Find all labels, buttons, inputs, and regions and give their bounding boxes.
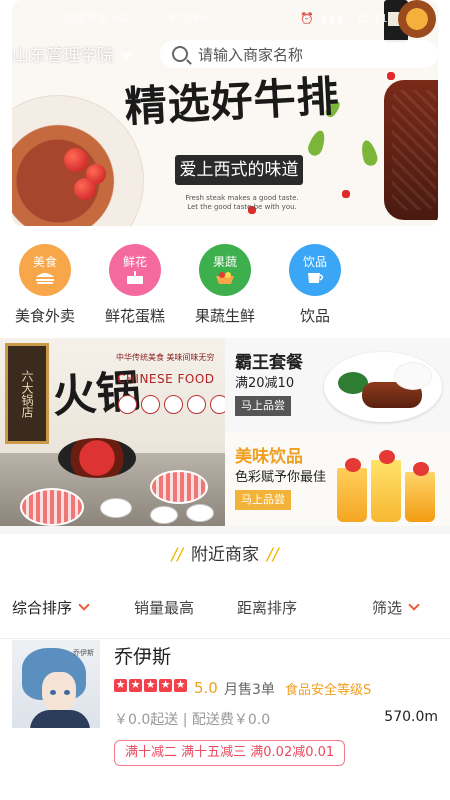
nearby-merchants-header: // 附近商家 // bbox=[0, 540, 450, 570]
location-selector[interactable]: 山东管理学院 bbox=[12, 44, 132, 68]
section-divider bbox=[0, 526, 450, 534]
burger-glyph bbox=[36, 273, 54, 284]
meat-plate-image bbox=[150, 470, 208, 504]
cake-glyph bbox=[127, 271, 143, 284]
chili-decoration bbox=[342, 190, 350, 198]
star-icon bbox=[174, 677, 187, 693]
hotpot-english-title: CHINESE FOOD bbox=[117, 372, 215, 386]
tomato-image bbox=[64, 148, 88, 172]
sort-label: 距离排序 bbox=[237, 599, 298, 617]
search-icon bbox=[172, 46, 188, 62]
sort-bar-divider bbox=[0, 638, 450, 639]
monthly-sales: 月售3单 bbox=[224, 682, 275, 698]
sort-label: 销量最高 bbox=[134, 599, 195, 617]
meat-plate-image bbox=[20, 488, 84, 526]
category-drinks[interactable]: 饮品 饮品 bbox=[270, 240, 360, 326]
merchant-distance: 570.0m bbox=[384, 709, 438, 725]
status-icons: ⏰ ▮▮▮ bbox=[300, 12, 346, 25]
hero-banner[interactable]: 精选好牛排 爱上西式的味道 Fresh steak makes a good t… bbox=[12, 0, 438, 226]
category-icon-text: 饮品 bbox=[302, 255, 327, 269]
cup-glyph bbox=[308, 273, 324, 283]
category-icon-text: 果蔬 bbox=[212, 255, 237, 269]
steak-image bbox=[384, 80, 438, 220]
category-fruit-veg[interactable]: 果蔬 果蔬生鲜 bbox=[180, 240, 270, 326]
clock: 15:11 bbox=[356, 12, 388, 25]
promo-description: 满20减10 bbox=[235, 376, 295, 391]
merchant-name[interactable]: 乔伊斯 bbox=[114, 642, 171, 669]
sauce-dish-image bbox=[100, 498, 132, 518]
category-label: 饮品 bbox=[299, 307, 330, 325]
cake-icon: 鲜花 bbox=[109, 244, 161, 296]
hotpot-title: 火锅 bbox=[50, 365, 142, 423]
category-flowers-cake[interactable]: 鲜花 鲜花蛋糕 bbox=[90, 240, 180, 326]
header-decoration: // bbox=[171, 545, 183, 565]
combo-meal-image bbox=[324, 352, 442, 422]
basket-glyph bbox=[216, 272, 234, 284]
category-food-delivery[interactable]: 美食 美食外卖 bbox=[0, 240, 90, 326]
hotpot-promo-banner[interactable]: 六大锅店 火锅 中华传统美食 美味间味无穷 CHINESE FOOD bbox=[0, 338, 225, 526]
leaf-decoration bbox=[305, 128, 329, 158]
drink-cup-image bbox=[337, 458, 367, 522]
filter-button[interactable]: 筛选 bbox=[372, 588, 420, 628]
search-placeholder: 请输入商家名称 bbox=[198, 45, 304, 64]
vegetable-basket-icon: 果蔬 bbox=[199, 244, 251, 296]
nearby-title: 附近商家 bbox=[191, 545, 259, 565]
sort-label: 筛选 bbox=[372, 599, 403, 617]
category-row: 美食 美食外卖 鲜花 鲜花蛋糕 果蔬 果蔬生鲜 饮品 饮品 bbox=[0, 240, 450, 330]
carrier-label: 中国电信 4G bbox=[64, 12, 128, 25]
header-decoration: // bbox=[267, 545, 279, 565]
try-now-button[interactable]: 马上品尝 bbox=[235, 396, 291, 416]
rating-score: 5.0 bbox=[194, 679, 218, 697]
star-icon bbox=[114, 677, 127, 693]
network-speed: 97.0K/s bbox=[168, 12, 210, 25]
category-label: 鲜花蛋糕 bbox=[104, 307, 165, 325]
leaf-decoration bbox=[358, 138, 380, 168]
chevron-down-icon bbox=[408, 599, 420, 611]
category-icon-text: 鲜花 bbox=[122, 255, 147, 269]
category-icon-text: 美食 bbox=[32, 255, 57, 269]
sort-sales[interactable]: 销量最高 bbox=[134, 588, 194, 628]
discount-tag: 满十减二 满十五减三 满0.02减0.01 bbox=[114, 740, 346, 766]
sort-label: 综合排序 bbox=[12, 599, 73, 617]
promo-description: 色彩赋予你最佳 bbox=[235, 470, 327, 485]
category-label: 果蔬生鲜 bbox=[194, 307, 255, 325]
location-label: 山东管理学院 bbox=[12, 46, 114, 66]
food-safety-level: 食品安全等级S bbox=[285, 683, 372, 698]
chili-decoration bbox=[387, 72, 395, 80]
caret-down-icon bbox=[120, 52, 132, 60]
dish-icons-row bbox=[118, 395, 225, 414]
banner-subtitle: 爱上西式的味道 bbox=[175, 155, 303, 185]
sauce-dish-image bbox=[186, 504, 214, 522]
drink-cup-image bbox=[371, 450, 401, 522]
restaurant-sign: 六大锅店 bbox=[5, 343, 49, 444]
star-icon bbox=[144, 677, 157, 693]
promo-title: 美味饮品 bbox=[235, 447, 303, 467]
burger-icon: 美食 bbox=[19, 244, 71, 296]
star-icon bbox=[159, 677, 172, 693]
sauce-dish-image bbox=[150, 506, 178, 524]
star-icon bbox=[129, 677, 142, 693]
star-rating bbox=[114, 677, 187, 693]
banner-title: 精选好牛排 bbox=[123, 71, 341, 132]
drink-cup-image bbox=[405, 462, 435, 522]
promo-title: 霸王套餐 bbox=[235, 353, 303, 373]
drinks-promo[interactable]: 美味饮品 色彩赋予你最佳 马上品尝 bbox=[225, 432, 450, 526]
category-label: 美食外卖 bbox=[14, 307, 75, 325]
hotpot-image bbox=[58, 438, 136, 478]
try-now-button[interactable]: 马上品尝 bbox=[235, 490, 291, 510]
cup-icon: 饮品 bbox=[289, 244, 341, 296]
delivery-info: ￥0.0起送 | 配送费￥0.0 bbox=[114, 712, 271, 728]
tomato-image bbox=[74, 178, 96, 200]
sort-comprehensive[interactable]: 综合排序 bbox=[12, 588, 90, 628]
merchant-image[interactable]: 乔伊斯 bbox=[12, 640, 100, 728]
banner-english-slogan: Fresh steak makes a good taste. Let the … bbox=[185, 194, 299, 211]
combo-meal-promo[interactable]: 霸王套餐 满20减10 马上品尝 bbox=[225, 338, 450, 432]
chevron-down-icon bbox=[78, 599, 90, 611]
status-bar: 中国电信 4G 97.0K/s ⏰ ▮▮▮ 15:11 bbox=[0, 4, 450, 26]
hotpot-tagline: 中华传统美食 美味间味无穷 bbox=[116, 353, 215, 362]
search-bar[interactable]: 请输入商家名称 bbox=[160, 40, 438, 68]
sort-distance[interactable]: 距离排序 bbox=[237, 588, 297, 628]
sort-bar: 综合排序 销量最高 距离排序 筛选 bbox=[0, 588, 450, 628]
merchant-image-tag: 乔伊斯 bbox=[73, 649, 94, 657]
